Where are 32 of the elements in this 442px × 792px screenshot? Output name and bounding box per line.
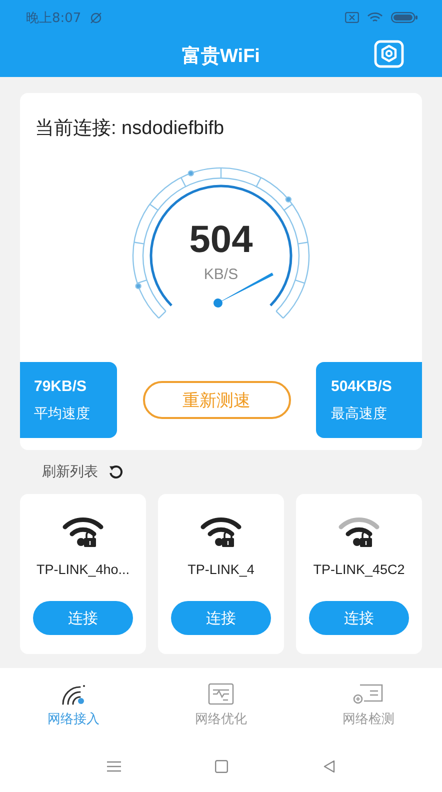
wifi-status-icon xyxy=(367,12,383,24)
sim-icon xyxy=(345,12,359,23)
app-title: 富贵WiFi xyxy=(182,44,260,69)
refresh-label: 刷新列表 xyxy=(42,463,98,481)
back-icon[interactable] xyxy=(322,760,335,772)
status-time: 晚上8:07 xyxy=(26,10,82,26)
nav-tab[interactable]: 网络接入 xyxy=(0,668,148,740)
battery-icon xyxy=(391,12,418,23)
network-name: TP-LINK_45C2 xyxy=(313,562,405,577)
speed-value: 504 xyxy=(189,219,253,262)
card-icon xyxy=(352,682,384,706)
home-icon[interactable] xyxy=(215,760,228,772)
nav-tab[interactable]: 网络优化 xyxy=(147,668,295,740)
nav-tab[interactable]: 网络检测 xyxy=(294,668,442,740)
stat-value: 504KB/S xyxy=(331,378,393,394)
network-name: TP-LINK_4 xyxy=(188,562,254,577)
monitor-icon xyxy=(206,682,235,706)
stat-value: 79KB/S xyxy=(34,378,88,394)
wifi-icon xyxy=(60,682,88,706)
menu-icon[interactable] xyxy=(107,760,122,772)
network-name: TP-LINK_4ho... xyxy=(36,562,130,577)
connect-button[interactable]: 连接 xyxy=(309,601,409,635)
current-connection: 当前连接: nsdodiefbifb xyxy=(34,117,226,141)
connect-button[interactable]: 连接 xyxy=(33,601,133,635)
stat-label: 最高速度 xyxy=(331,404,388,422)
speed-unit: KB/S xyxy=(204,266,238,283)
settings-icon[interactable] xyxy=(374,40,404,68)
retest-button[interactable]: 重新测速 xyxy=(142,381,290,419)
refresh-icon[interactable] xyxy=(108,464,124,480)
stat-label: 平均速度 xyxy=(34,404,91,422)
alarm-off-icon xyxy=(89,10,104,24)
connect-button[interactable]: 连接 xyxy=(171,601,271,635)
